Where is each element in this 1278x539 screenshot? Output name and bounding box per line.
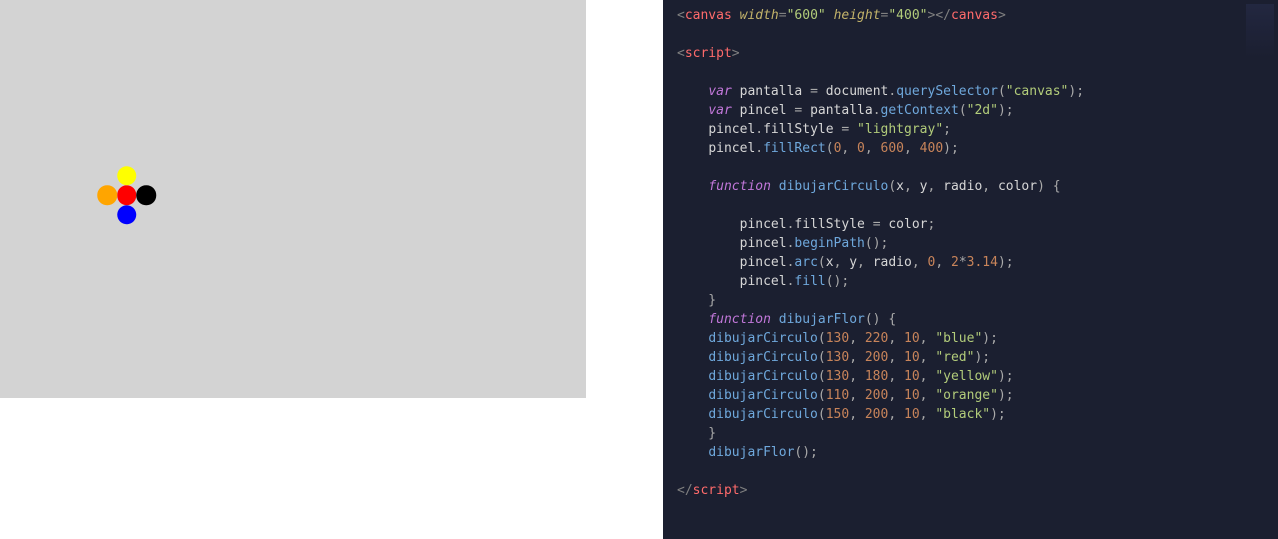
code-line[interactable]: dibujarCirculo(150, 200, 10, "black");: [677, 405, 1278, 424]
preview-pane: [0, 0, 663, 539]
code-line[interactable]: var pincel = pantalla.getContext("2d");: [677, 101, 1278, 120]
code-line[interactable]: dibujarFlor();: [677, 443, 1278, 462]
code-line[interactable]: dibujarCirculo(130, 180, 10, "yellow");: [677, 367, 1278, 386]
canvas-output: [0, 0, 586, 398]
code-editor-pane[interactable]: <canvas width="600" height="400"></canva…: [663, 0, 1278, 539]
code-line[interactable]: <canvas width="600" height="400"></canva…: [677, 6, 1278, 25]
circle-blue: [117, 205, 137, 225]
code-line[interactable]: [677, 25, 1278, 44]
code-line[interactable]: pincel.fillRect(0, 0, 600, 400);: [677, 139, 1278, 158]
code-line[interactable]: pincel.fill();: [677, 272, 1278, 291]
code-line[interactable]: function dibujarCirculo(x, y, radio, col…: [677, 177, 1278, 196]
code-line[interactable]: [677, 462, 1278, 481]
code-line[interactable]: dibujarCirculo(130, 220, 10, "blue");: [677, 329, 1278, 348]
code-line[interactable]: pincel.fillStyle = "lightgray";: [677, 120, 1278, 139]
code-line[interactable]: [677, 158, 1278, 177]
code-line[interactable]: function dibujarFlor() {: [677, 310, 1278, 329]
code-line[interactable]: dibujarCirculo(110, 200, 10, "orange");: [677, 386, 1278, 405]
code-line[interactable]: }: [677, 424, 1278, 443]
code-container[interactable]: <canvas width="600" height="400"></canva…: [677, 6, 1278, 500]
circle-yellow: [117, 166, 137, 186]
circle-orange: [98, 185, 118, 205]
circle-black: [137, 185, 157, 205]
code-line[interactable]: <script>: [677, 44, 1278, 63]
code-line[interactable]: dibujarCirculo(130, 200, 10, "red");: [677, 348, 1278, 367]
code-line[interactable]: var pantalla = document.querySelector("c…: [677, 82, 1278, 101]
code-line[interactable]: [677, 196, 1278, 215]
code-line[interactable]: pincel.beginPath();: [677, 234, 1278, 253]
code-line[interactable]: </script>: [677, 481, 1278, 500]
code-line[interactable]: }: [677, 291, 1278, 310]
minimap[interactable]: [1246, 4, 1274, 64]
code-line[interactable]: pincel.arc(x, y, radio, 0, 2*3.14);: [677, 253, 1278, 272]
circle-red: [117, 185, 137, 205]
code-line[interactable]: [677, 63, 1278, 82]
code-line[interactable]: pincel.fillStyle = color;: [677, 215, 1278, 234]
